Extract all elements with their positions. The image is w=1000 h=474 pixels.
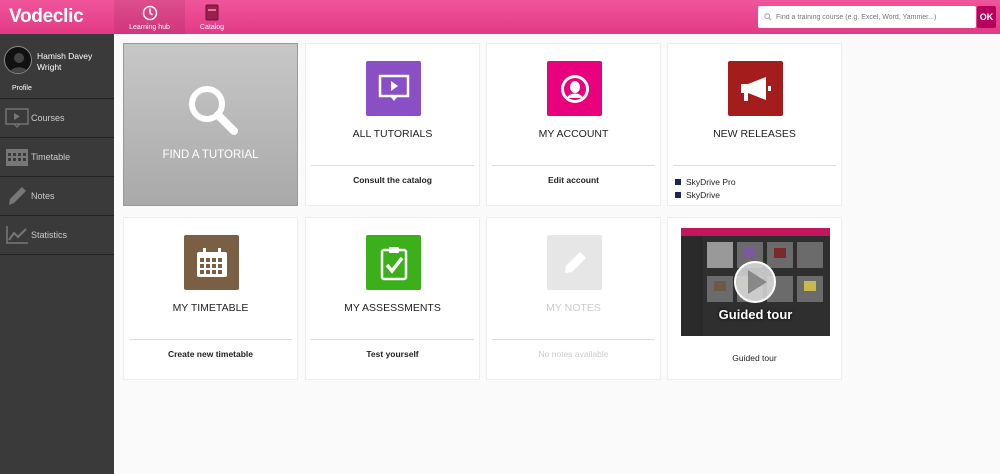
search-box bbox=[758, 6, 976, 28]
divider bbox=[311, 339, 474, 340]
search-input[interactable] bbox=[776, 13, 972, 21]
edit-account-link[interactable]: Edit account bbox=[487, 175, 660, 185]
divider bbox=[492, 339, 655, 340]
divider bbox=[673, 165, 836, 166]
release-item[interactable]: SkyDrive Pro bbox=[675, 176, 736, 189]
tile-title: MY NOTES bbox=[546, 302, 601, 314]
book-icon bbox=[205, 4, 219, 22]
bullet bbox=[675, 192, 681, 198]
tour-overlay-label: Guided tour bbox=[718, 307, 793, 322]
tile-my-timetable[interactable]: MY TIMETABLE Create new timetable bbox=[123, 217, 298, 380]
chart-icon bbox=[3, 224, 31, 246]
profile-section: Hamish Davey Wright Profile bbox=[0, 34, 114, 99]
release-list: SkyDrive Pro SkyDrive bbox=[675, 176, 736, 202]
user-name: Hamish Davey Wright bbox=[37, 51, 93, 72]
create-timetable-link[interactable]: Create new timetable bbox=[124, 349, 297, 359]
sidebar: Hamish Davey Wright Profile Courses Time… bbox=[0, 34, 114, 474]
release-item[interactable]: SkyDrive bbox=[675, 189, 736, 202]
search-icon bbox=[764, 13, 772, 21]
search-icon bbox=[189, 86, 238, 135]
release-item-label: SkyDrive Pro bbox=[686, 177, 736, 187]
nav-catalog[interactable]: Catalog bbox=[185, 0, 239, 34]
bullet bbox=[675, 179, 681, 185]
sidebar-item-label: Courses bbox=[31, 113, 65, 123]
logo[interactable]: Vodeclic bbox=[0, 6, 114, 28]
clipboard-check-icon bbox=[366, 235, 421, 290]
tile-find-tutorial[interactable]: FIND A TUTORIAL bbox=[123, 43, 298, 206]
pencil-icon bbox=[3, 185, 31, 207]
tile-all-tutorials[interactable]: ALL TUTORIALS Consult the catalog bbox=[305, 43, 480, 206]
nav-learning-hub-label: Learning hub bbox=[129, 23, 170, 31]
guided-tour-caption: Guided tour bbox=[732, 353, 777, 363]
tile-title: MY ACCOUNT bbox=[538, 128, 609, 140]
tile-title: ALL TUTORIALS bbox=[352, 128, 433, 140]
presentation-icon bbox=[366, 61, 421, 116]
tile-my-account[interactable]: MY ACCOUNT Edit account bbox=[486, 43, 661, 206]
sidebar-item-timetable[interactable]: Timetable bbox=[0, 138, 114, 177]
tile-title: NEW RELEASES bbox=[713, 128, 796, 140]
calendar-icon bbox=[3, 146, 31, 168]
nav-learning-hub[interactable]: Learning hub bbox=[114, 0, 185, 34]
video-icon bbox=[3, 107, 31, 129]
calendar-icon bbox=[184, 235, 239, 290]
tile-guided-tour[interactable]: Guided tour Guided tour bbox=[667, 217, 842, 380]
avatar[interactable] bbox=[4, 46, 32, 74]
user-icon bbox=[547, 61, 602, 116]
tile-title: FIND A TUTORIAL bbox=[162, 149, 259, 161]
tile-title: MY ASSESSMENTS bbox=[344, 302, 441, 314]
sidebar-item-notes[interactable]: Notes bbox=[0, 177, 114, 216]
divider bbox=[311, 165, 474, 166]
search-ok-button[interactable]: OK bbox=[977, 6, 996, 28]
sidebar-item-label: Statistics bbox=[31, 230, 68, 240]
consult-catalog-link[interactable]: Consult the catalog bbox=[306, 175, 479, 185]
profile-link[interactable]: Profile bbox=[12, 85, 32, 92]
divider bbox=[492, 165, 655, 166]
tile-my-notes: MY NOTES No notes available bbox=[486, 217, 661, 380]
tile-title: MY TIMETABLE bbox=[172, 302, 249, 314]
megaphone-icon bbox=[728, 61, 783, 116]
sidebar-item-label: Notes bbox=[31, 191, 55, 201]
test-yourself-link[interactable]: Test yourself bbox=[306, 349, 479, 359]
divider bbox=[129, 339, 292, 340]
sidebar-item-courses[interactable]: Courses bbox=[0, 99, 114, 138]
nav-catalog-label: Catalog bbox=[199, 23, 225, 31]
no-notes-text: No notes available bbox=[538, 349, 609, 359]
sidebar-item-statistics[interactable]: Statistics bbox=[0, 216, 114, 255]
pencil-icon bbox=[547, 235, 602, 290]
compass-icon bbox=[142, 4, 158, 22]
release-item-label: SkyDrive bbox=[686, 190, 721, 200]
tile-my-assessments[interactable]: MY ASSESSMENTS Test yourself bbox=[305, 217, 480, 380]
guided-tour-video[interactable]: Guided tour bbox=[681, 228, 830, 336]
top-bar: Vodeclic Learning hub Catalog OK bbox=[0, 0, 1000, 34]
tile-new-releases[interactable]: NEW RELEASES SkyDrive Pro SkyDrive bbox=[667, 43, 842, 206]
sidebar-item-label: Timetable bbox=[31, 152, 71, 162]
